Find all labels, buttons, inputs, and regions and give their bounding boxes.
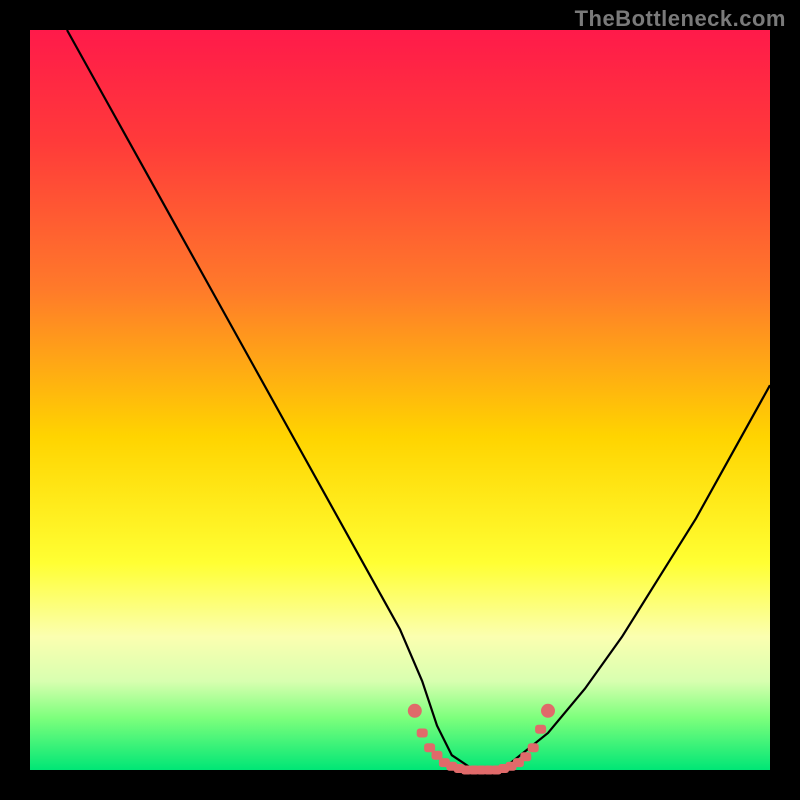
- marker-dot: [520, 752, 531, 761]
- chart-container: TheBottleneck.com: [0, 0, 800, 800]
- marker-dot: [528, 743, 539, 752]
- marker-dot: [535, 725, 546, 734]
- marker-dot: [417, 729, 428, 738]
- bottleneck-chart: [0, 0, 800, 800]
- marker-end-dot: [408, 704, 422, 718]
- gradient-background: [30, 30, 770, 770]
- watermark-text: TheBottleneck.com: [575, 6, 786, 32]
- marker-end-dot: [541, 704, 555, 718]
